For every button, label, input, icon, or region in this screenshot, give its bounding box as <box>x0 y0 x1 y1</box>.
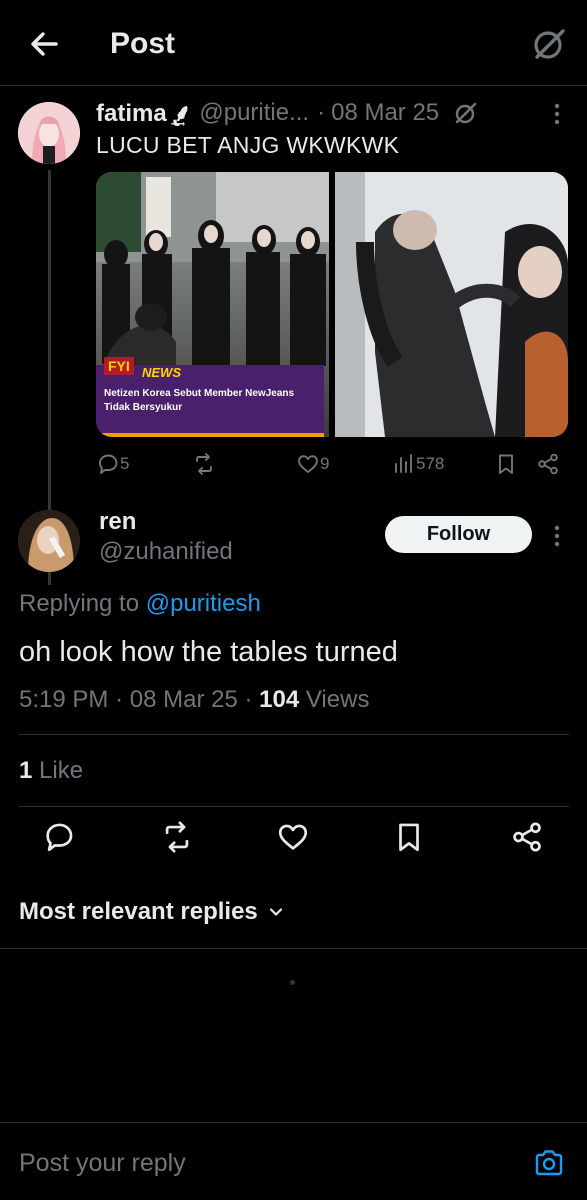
media-image-2[interactable] <box>335 172 568 437</box>
share-icon[interactable] <box>510 820 544 854</box>
heart-icon <box>298 455 318 473</box>
views-count: 104 <box>259 686 300 713</box>
meta-separator: · <box>115 686 124 713</box>
replying-to: Replying to @puritiesh <box>19 590 261 618</box>
share-icon <box>538 453 558 475</box>
top-bar: Post <box>0 0 587 86</box>
post-date: 08 Mar 25 <box>331 98 440 126</box>
repost-action[interactable] <box>192 452 216 476</box>
sort-replies-dropdown[interactable]: Most relevant replies <box>19 898 286 926</box>
chevron-down-icon <box>269 908 282 916</box>
avatar-image <box>18 510 80 572</box>
bookmark-icon <box>499 454 513 474</box>
divider <box>19 806 569 807</box>
post-text: oh look how the tables turned <box>19 636 398 668</box>
post-meta: 5:19 PM · 08 Mar 25 · 104 Views <box>19 686 369 714</box>
avatar[interactable] <box>18 510 80 572</box>
mention-link[interactable]: @puritiesh <box>146 590 261 617</box>
views-icon <box>395 454 412 473</box>
views-count: 578 <box>416 454 445 473</box>
avatar-image <box>18 102 80 164</box>
news-banner: FYI NEWS Netizen Korea Sebut Member NewJ… <box>96 357 324 437</box>
avatar[interactable] <box>18 102 80 164</box>
author-name[interactable]: fatima ̢͢⸙ <box>96 96 191 129</box>
likes-label: Like <box>39 757 84 784</box>
back-arrow-icon[interactable] <box>26 26 62 62</box>
reply-action[interactable]: 5 <box>96 452 129 476</box>
reply-author-row: ren @zuhanified Follow <box>0 500 587 590</box>
views-action[interactable]: 578 <box>392 452 444 476</box>
post-date: 08 Mar 25 <box>129 686 238 713</box>
parent-post-meta: fatima ̢͢⸙ @puritie... · 08 Mar 25 <box>96 96 479 129</box>
reply-icon[interactable] <box>42 820 76 854</box>
reply-composer <box>0 1122 587 1200</box>
views-label[interactable]: Views <box>306 686 370 713</box>
repost-icon[interactable] <box>160 820 194 854</box>
bookmark-action[interactable] <box>494 452 518 476</box>
reply-input[interactable] <box>19 1149 499 1178</box>
bookmark-icon[interactable] <box>392 820 426 854</box>
divider <box>0 948 587 949</box>
post-actions <box>0 820 587 860</box>
loading-indicator <box>290 980 295 985</box>
hug-photo <box>335 172 568 437</box>
share-action[interactable] <box>536 452 560 476</box>
author-handle[interactable]: @zuhanified <box>99 538 233 566</box>
heart-icon[interactable] <box>276 820 310 854</box>
parent-post-text: LUCU BET ANJG WKWKWK <box>96 132 400 158</box>
author-handle[interactable]: @puritie... <box>199 99 309 127</box>
news-caption: Netizen Korea Sebut Member NewJeans Tida… <box>104 388 295 413</box>
like-count: 9 <box>320 454 330 473</box>
grok-icon[interactable] <box>453 100 479 126</box>
media-image-1[interactable]: FYI NEWS Netizen Korea Sebut Member NewJ… <box>96 172 329 437</box>
news-logo: FYI <box>104 357 134 375</box>
news-word: NEWS <box>142 365 181 380</box>
grok-icon[interactable] <box>529 24 569 64</box>
replying-prefix: Replying to <box>19 590 140 617</box>
meta-separator: · <box>244 686 253 713</box>
follow-button[interactable]: Follow <box>385 516 532 553</box>
parent-post-actions: 5 9 578 <box>96 452 566 482</box>
more-options-icon[interactable] <box>549 100 565 128</box>
parent-post[interactable]: fatima ̢͢⸙ @puritie... · 08 Mar 25 LUCU … <box>0 86 587 585</box>
divider <box>19 734 569 735</box>
camera-icon[interactable] <box>533 1147 565 1179</box>
sort-label: Most relevant replies <box>19 898 258 925</box>
reply-icon <box>99 454 118 474</box>
meta-separator: · <box>317 98 326 126</box>
likes-count: 1 <box>19 757 33 784</box>
repost-icon <box>196 453 212 475</box>
page-title: Post <box>110 27 176 60</box>
media-grid[interactable]: FYI NEWS Netizen Korea Sebut Member NewJ… <box>96 172 568 437</box>
reply-count: 5 <box>120 454 130 473</box>
author-name[interactable]: ren <box>99 508 136 536</box>
post-time: 5:19 PM <box>19 686 109 713</box>
likes-summary[interactable]: 1 Like <box>19 757 83 785</box>
like-action[interactable]: 9 <box>296 452 329 476</box>
more-options-icon[interactable] <box>549 522 565 550</box>
